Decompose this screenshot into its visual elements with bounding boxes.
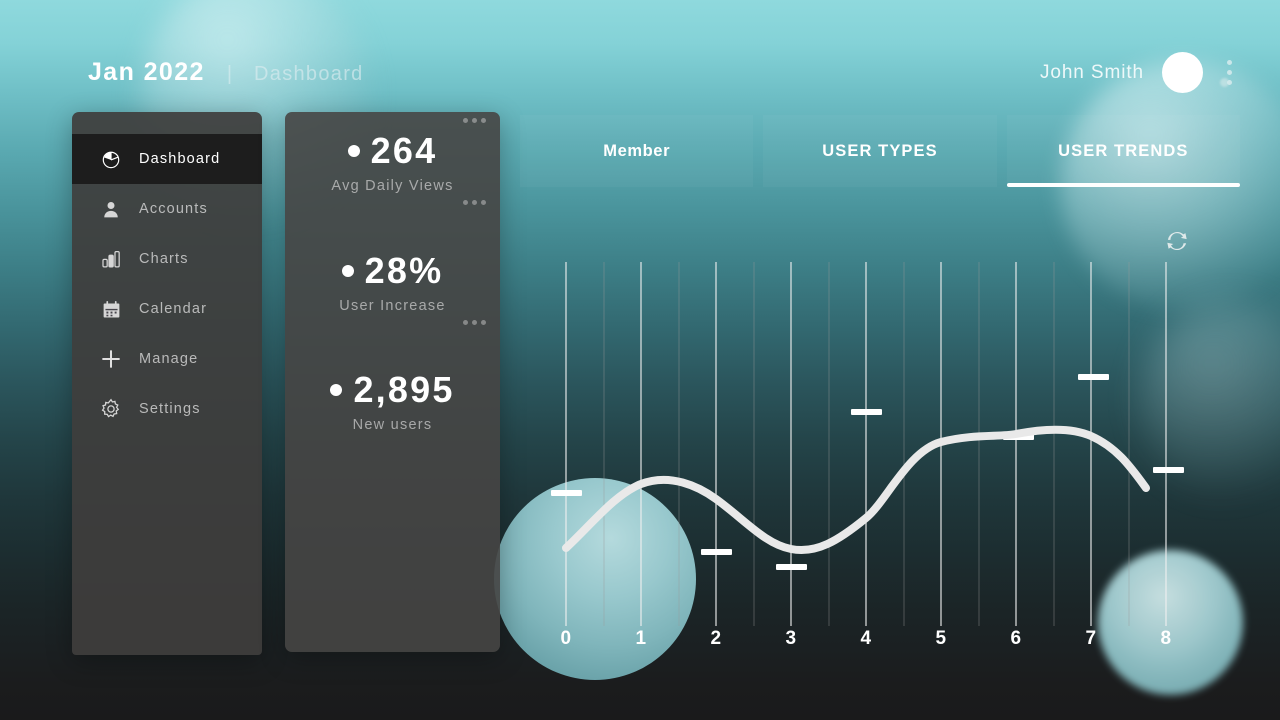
x-axis-tick: 2 bbox=[710, 628, 722, 649]
sidebar: Dashboard Accounts Charts Calendar Manag… bbox=[72, 112, 262, 655]
tab-user-trends[interactable]: USER TRENDS bbox=[1006, 115, 1240, 187]
page-header: Jan 2022 | Dashboard John Smith bbox=[0, 0, 1280, 112]
stat-value-row: 2,895 bbox=[285, 369, 500, 411]
stats-card: 264 Avg Daily Views 28% User Increase 2,… bbox=[285, 112, 500, 652]
stat-value-row: 28% bbox=[285, 250, 500, 292]
x-axis-tick: 5 bbox=[935, 628, 947, 649]
person-icon bbox=[100, 198, 122, 220]
user-area: John Smith bbox=[1040, 52, 1238, 93]
stat-user-increase: 28% User Increase bbox=[285, 194, 500, 314]
page-title: Dashboard bbox=[254, 63, 364, 85]
tab-label: USER TRENDS bbox=[1058, 141, 1189, 160]
stat-label: New users bbox=[352, 417, 433, 433]
sidebar-item-manage[interactable]: Manage bbox=[72, 334, 262, 384]
avatar[interactable] bbox=[1162, 52, 1203, 93]
sidebar-item-label: Charts bbox=[139, 251, 189, 267]
x-axis-tick: 7 bbox=[1085, 628, 1097, 649]
bullet-icon bbox=[341, 265, 354, 277]
sidebar-item-calendar[interactable]: Calendar bbox=[72, 284, 262, 334]
stat-label: Avg Daily Views bbox=[331, 178, 454, 194]
stat-value-row: 264 bbox=[285, 130, 500, 172]
active-tab-indicator bbox=[1006, 183, 1240, 187]
plus-icon bbox=[100, 348, 122, 370]
tab-label: USER TYPES bbox=[822, 141, 938, 160]
tab-bar: Member USER TYPES USER TRENDS bbox=[520, 115, 1240, 187]
sidebar-item-label: Settings bbox=[139, 401, 201, 417]
sidebar-item-label: Calendar bbox=[139, 301, 208, 317]
pie-chart-icon bbox=[100, 148, 122, 170]
stat-avg-daily-views: 264 Avg Daily Views bbox=[285, 112, 500, 194]
sidebar-item-settings[interactable]: Settings bbox=[72, 384, 262, 434]
refresh-sync-icon[interactable] bbox=[1160, 224, 1194, 258]
ellipsis-icon[interactable] bbox=[463, 320, 486, 325]
bar-chart-icon bbox=[100, 248, 122, 270]
header-date: Jan 2022 bbox=[88, 58, 205, 86]
gear-icon bbox=[100, 398, 122, 420]
x-axis-tick: 6 bbox=[1010, 628, 1022, 649]
x-axis-tick: 4 bbox=[860, 628, 872, 649]
sidebar-item-label: Manage bbox=[139, 351, 199, 367]
sidebar-item-dashboard[interactable]: Dashboard bbox=[72, 134, 262, 184]
tab-user-types[interactable]: USER TYPES bbox=[763, 115, 996, 187]
sidebar-item-accounts[interactable]: Accounts bbox=[72, 184, 262, 234]
x-axis-tick: 3 bbox=[785, 628, 797, 649]
x-axis-tick: 1 bbox=[635, 628, 647, 649]
chart-panel: 0 1 2 3 4 5 6 7 8 bbox=[520, 196, 1240, 696]
tab-label: Member bbox=[603, 141, 671, 160]
sidebar-nav: Dashboard Accounts Charts Calendar Manag… bbox=[72, 134, 262, 434]
breadcrumb: Jan 2022 | Dashboard bbox=[88, 58, 364, 87]
bullet-icon bbox=[347, 145, 360, 157]
ellipsis-icon[interactable] bbox=[463, 200, 486, 205]
chart-trend-line bbox=[562, 425, 1150, 554]
chart-x-axis: 0 1 2 3 4 5 6 7 8 bbox=[520, 628, 1240, 662]
stat-value: 28% bbox=[364, 250, 444, 291]
user-name: John Smith bbox=[1039, 61, 1144, 83]
dashboard-app: Jan 2022 | Dashboard John Smith Dashboar… bbox=[0, 0, 1280, 720]
stat-value: 264 bbox=[370, 130, 438, 171]
sidebar-item-charts[interactable]: Charts bbox=[72, 234, 262, 284]
chart-major-gridlines bbox=[565, 262, 1167, 626]
stat-new-users: 2,895 New users bbox=[285, 314, 500, 433]
sidebar-item-label: Dashboard bbox=[139, 151, 221, 167]
bullet-icon bbox=[330, 384, 343, 396]
user-trends-line-chart bbox=[551, 262, 1184, 626]
chart-point-markers bbox=[551, 374, 1184, 570]
x-axis-tick: 8 bbox=[1160, 628, 1172, 649]
stat-label: User Increase bbox=[339, 298, 446, 314]
tab-member[interactable]: Member bbox=[520, 115, 753, 187]
calendar-icon bbox=[100, 298, 122, 320]
kebab-menu-icon[interactable] bbox=[1221, 56, 1238, 89]
x-axis-tick: 0 bbox=[560, 628, 572, 649]
stat-value: 2,895 bbox=[353, 369, 455, 410]
ellipsis-icon[interactable] bbox=[463, 118, 486, 123]
sidebar-item-label: Accounts bbox=[139, 201, 208, 217]
breadcrumb-separator: | bbox=[226, 63, 233, 85]
